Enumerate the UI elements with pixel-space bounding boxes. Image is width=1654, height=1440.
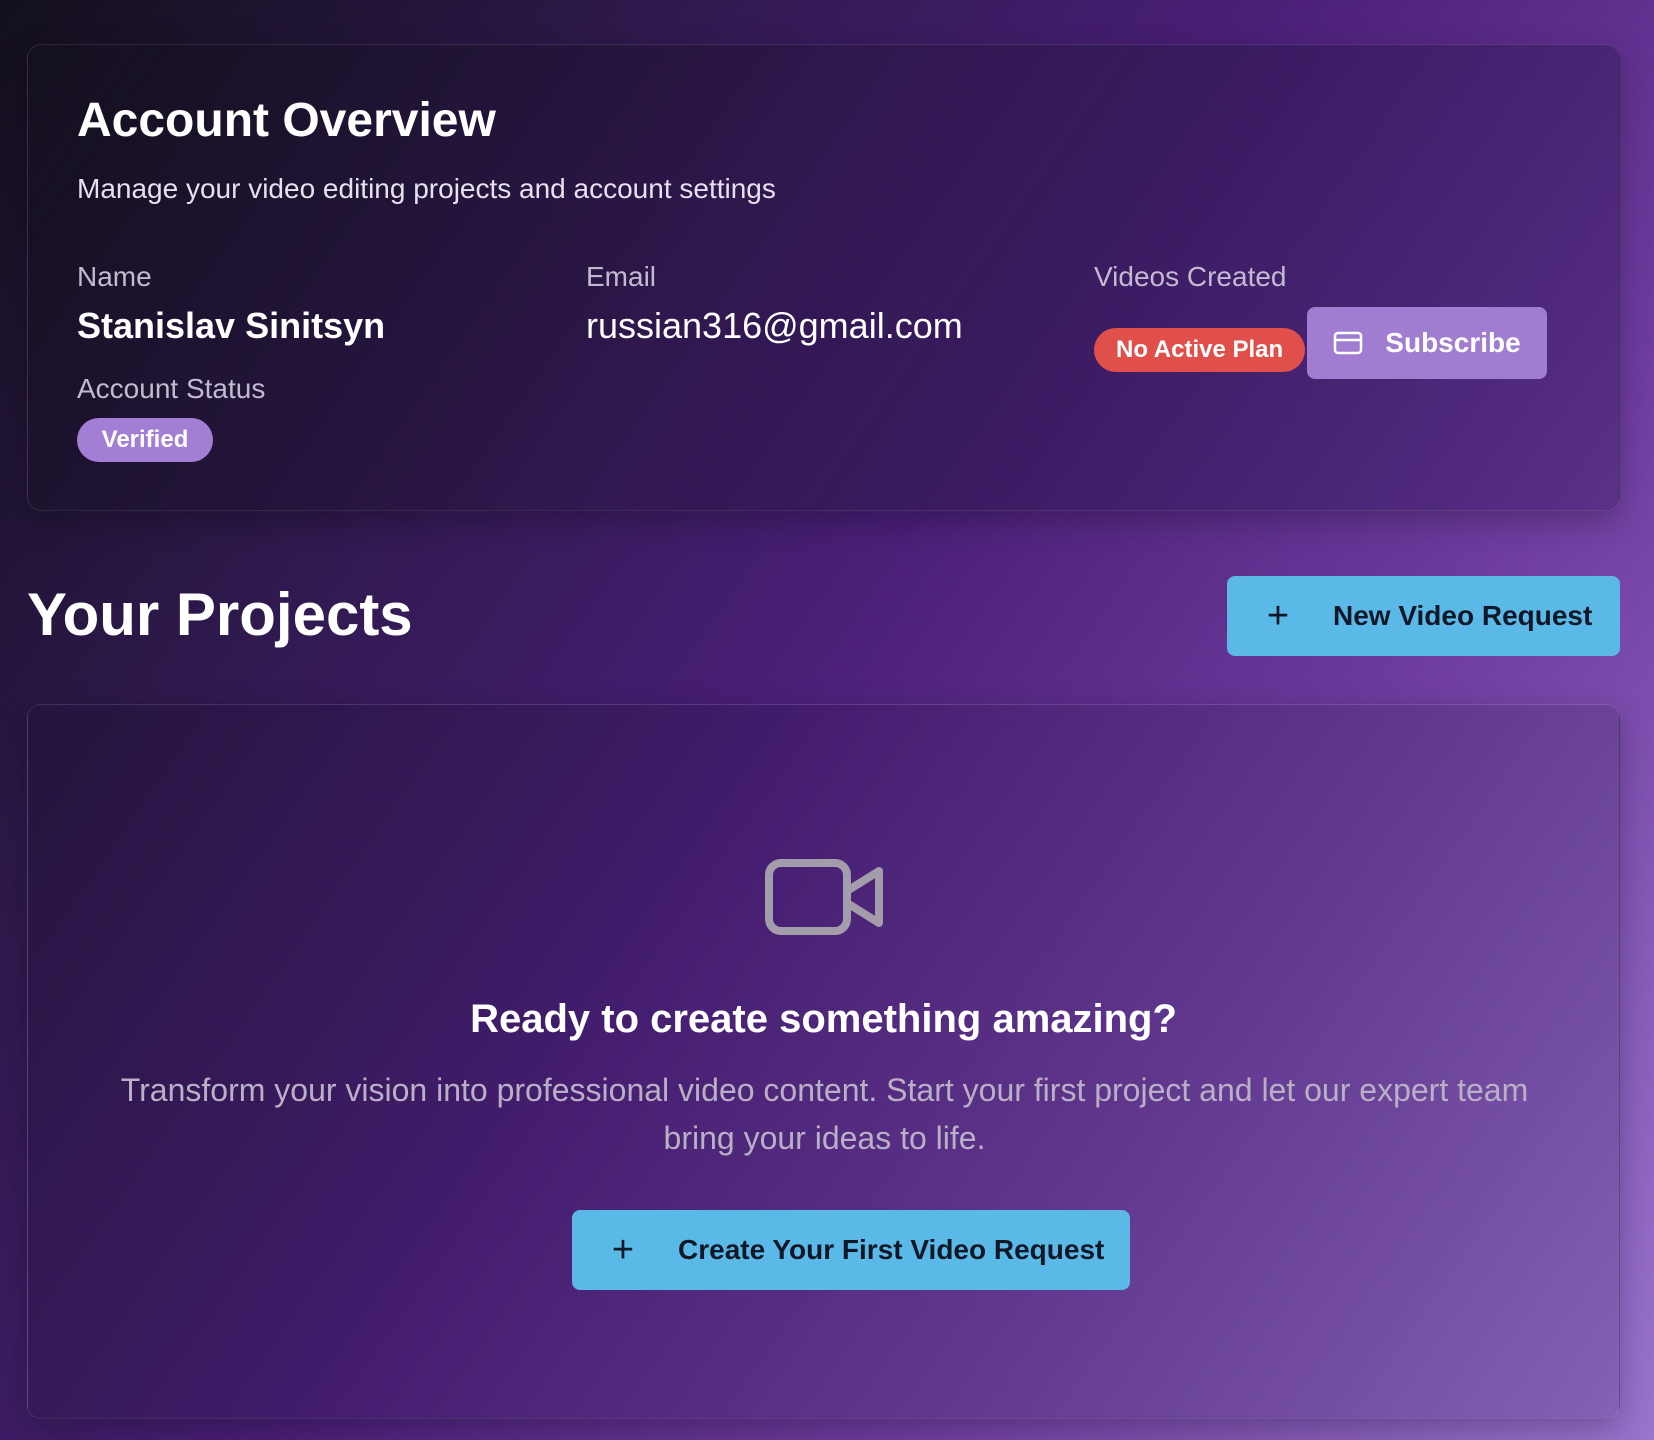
subscribe-label: Subscribe [1385, 327, 1521, 358]
name-value: Stanislav Sinitsyn [77, 305, 386, 346]
plus-icon: + [611, 1229, 635, 1271]
empty-state-description: Transform your vision into professional … [120, 1072, 1529, 1156]
video-camera-icon [765, 859, 883, 935]
email-value: russian316@gmail.com [586, 305, 963, 346]
email-label: Email [586, 261, 657, 292]
verified-badge: Verified [77, 418, 213, 462]
empty-state-heading: Ready to create something amazing? [470, 997, 1177, 1041]
new-video-request-button[interactable]: + New Video Request [1227, 576, 1620, 656]
name-label: Name [77, 261, 152, 292]
account-overview-subtitle: Manage your video editing projects and a… [77, 173, 776, 204]
projects-empty-state-card: Ready to create something amazing? Trans… [27, 704, 1620, 1419]
no-active-plan-badge: No Active Plan [1094, 328, 1306, 372]
create-first-video-request-label: Create Your First Video Request [678, 1234, 1105, 1265]
credit-card-icon [1334, 331, 1363, 355]
account-status-label: Account Status [77, 373, 266, 404]
create-first-video-request-button[interactable]: + Create Your First Video Request [572, 1210, 1130, 1290]
account-overview-title: Account Overview [77, 94, 496, 147]
subscribe-button[interactable]: Subscribe [1307, 307, 1547, 379]
your-projects-title: Your Projects [27, 581, 413, 648]
plus-icon: + [1266, 595, 1290, 637]
videos-created-label: Videos Created [1094, 261, 1287, 292]
account-overview-card: Account Overview Manage your video editi… [27, 44, 1620, 511]
new-video-request-label: New Video Request [1333, 600, 1593, 631]
